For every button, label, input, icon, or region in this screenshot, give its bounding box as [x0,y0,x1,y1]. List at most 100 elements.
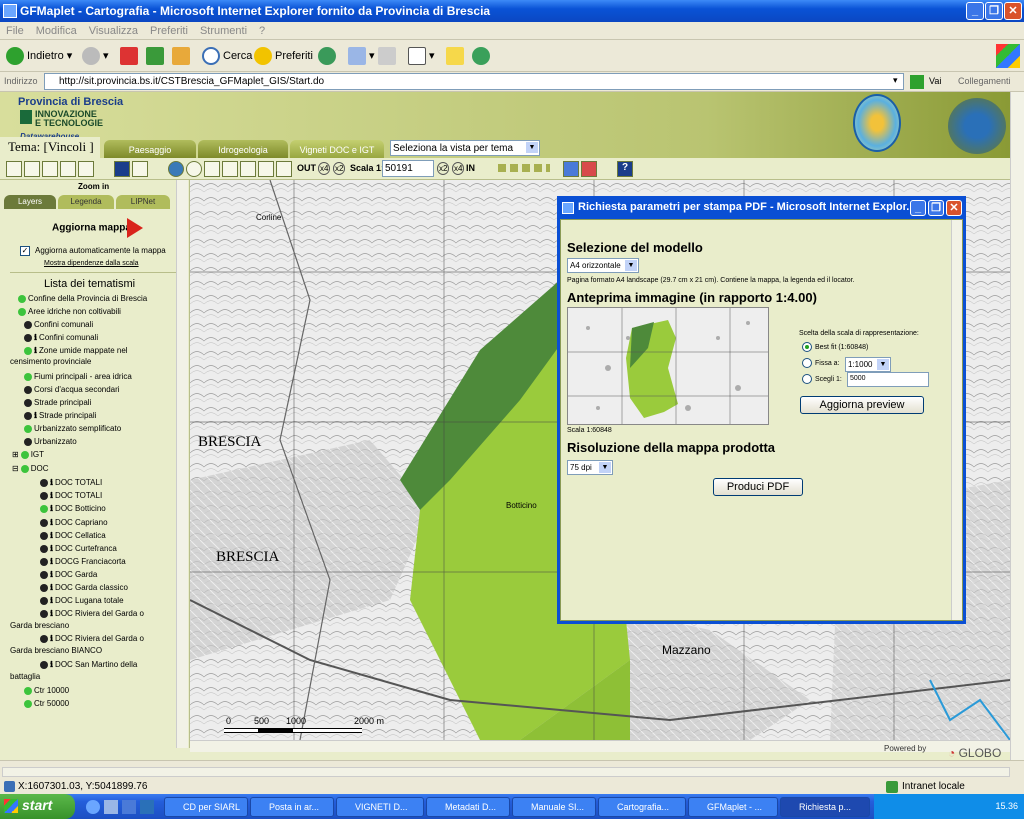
layer-visibility-icon[interactable] [40,478,48,487]
layer-item[interactable]: ℹ DOC Lugana totale [40,596,124,605]
tab-legenda[interactable]: Legenda [58,195,114,209]
menu-item-4[interactable]: Strumenti [200,25,247,37]
zoom-in-icon[interactable] [6,161,22,177]
layer-visibility-icon[interactable] [40,491,48,500]
produce-pdf-button[interactable]: Produci PDF [713,478,803,496]
taskbar-task[interactable]: Cartografia... [598,797,686,817]
expand-icon[interactable]: ⊞ [12,450,19,459]
info-icon[interactable]: ℹ [50,634,53,643]
layer-item[interactable]: Confini comunali [24,320,93,329]
layer-visibility-icon[interactable] [24,411,32,420]
layer-item[interactable]: Garda bresciano BIANCO [10,646,102,655]
layer-item[interactable]: ℹ DOC Garda [40,570,97,579]
layer-visibility-icon[interactable] [24,333,32,342]
layer-item[interactable]: ℹ Strade principali [24,411,96,420]
taskbar-task[interactable]: CD per SIARL [164,797,248,817]
outlook-quicklaunch-icon[interactable] [104,800,118,814]
stop-button[interactable] [120,46,141,66]
info-icon[interactable]: ℹ [50,491,53,500]
taskbar-task[interactable]: Metadati D... [426,797,510,817]
layer-visibility-icon[interactable] [24,372,32,381]
go-arrow-icon[interactable] [910,75,924,89]
messenger-button[interactable] [472,46,493,66]
info-icon[interactable]: ℹ [50,544,53,553]
links-label[interactable]: Collegamenti [958,76,1011,86]
tab-vigneti[interactable]: Vigneti DOC e IGT [290,140,384,158]
globe-icon[interactable] [168,161,184,177]
layer-item[interactable]: ℹ DOCG Franciacorta [40,557,126,566]
layer-item[interactable]: Aree idriche non coltivabili [18,307,121,316]
layer-visibility-icon[interactable] [40,634,48,643]
info-icon[interactable]: ℹ [50,478,53,487]
page-scrollbar[interactable] [1010,92,1024,760]
dialog-close-button[interactable]: ✕ [946,200,962,216]
info-icon[interactable]: ℹ [50,609,53,618]
dialog-scrollbar[interactable] [951,220,962,620]
theme-view-select[interactable]: Seleziona la vista per tema ▼ [390,140,540,156]
home-button[interactable] [172,46,193,66]
minimize-button[interactable]: _ [966,2,984,20]
info-icon[interactable]: ℹ [50,518,53,527]
zoom-window-icon[interactable] [60,161,76,177]
layer-visibility-icon[interactable] [40,518,48,527]
zoom-in-x2-button[interactable]: x2 [437,162,450,175]
info-icon[interactable]: ℹ [50,570,53,579]
taskbar-task[interactable]: VIGNETI D... [336,797,424,817]
layer-item[interactable]: Ctr 50000 [24,699,69,708]
zoom-out-x4-button[interactable]: x4 [318,162,331,175]
zoom-out-icon[interactable] [24,161,40,177]
layer-item[interactable]: Garda bresciano [10,621,69,630]
layer-item[interactable]: Strade principali [24,398,91,407]
layer-visibility-icon[interactable] [40,557,48,566]
info-icon[interactable]: ℹ [50,504,53,513]
taskbar-task[interactable]: GFMaplet - ... [688,797,778,817]
layer-visibility-icon[interactable] [24,398,32,407]
layer-item[interactable]: ℹ DOC Riviera del Garda o [40,609,144,618]
collapse-icon[interactable]: ⊟ [12,464,19,473]
fixed-scale-radio[interactable]: Fissa a: [802,358,840,368]
layer-visibility-icon[interactable] [40,660,48,669]
layer-visibility-icon[interactable] [20,450,29,459]
print-button[interactable] [378,46,399,66]
layer-item[interactable]: ℹ DOC Capriano [40,518,108,527]
layer-visibility-icon[interactable] [24,346,32,355]
layer-item[interactable]: ℹ DOC Riviera del Garda o [40,634,144,643]
notes-button[interactable] [446,46,467,66]
layer-item[interactable]: censimento provinciale [10,357,91,366]
layer-item[interactable]: battaglia [10,672,40,681]
layer-item[interactable]: Confine della Provincia di Brescia [18,294,147,303]
info-icon[interactable]: ℹ [34,333,37,342]
layer-visibility-icon[interactable] [18,294,26,303]
layer-visibility-icon[interactable] [24,424,32,433]
layer-item[interactable]: ℹ Confini comunali [24,333,98,342]
menu-item-3[interactable]: Preferiti [150,25,188,37]
taskbar-task[interactable]: Richiesta p... [780,797,870,817]
measure-icon[interactable] [276,161,292,177]
model-select[interactable]: A4 orizzontale ▼ [567,258,639,273]
layer-item[interactable]: ⊟ DOC [12,464,48,473]
refresh-map-button[interactable]: Aggiorna mappa [52,218,143,238]
zoom-box-icon[interactable] [42,161,58,177]
layer-visibility-icon[interactable] [24,437,32,446]
layer-visibility-icon[interactable] [24,320,32,329]
layer-visibility-icon[interactable] [40,531,48,540]
identify-icon[interactable] [132,161,148,177]
layer-item[interactable]: ℹ DOC Curtefranca [40,544,117,553]
edit-button[interactable]: ▾ [408,46,435,66]
layer-item[interactable]: ℹ DOC Garda classico [40,583,128,592]
tab-idrogeologia[interactable]: Idrogeologia [198,140,288,158]
address-dropdown-icon[interactable]: ▾ [893,75,898,86]
menu-item-2[interactable]: Visualizza [89,25,138,37]
layer-visibility-icon[interactable] [24,385,32,394]
taskbar-task[interactable]: Manuale SI... [512,797,596,817]
best-fit-radio[interactable]: Best fit (1:60848) [802,342,868,352]
zoom-in-x4-button[interactable]: x4 [452,162,465,175]
fixed-scale-select[interactable]: 1:1000 ▼ [845,357,891,372]
back-button[interactable]: Indietro ▾ [6,46,72,66]
mail-button[interactable]: ▾ [348,46,375,66]
maximize-button[interactable]: ❐ [985,2,1003,20]
layer-visibility-icon[interactable] [40,504,48,513]
info-icon[interactable]: ℹ [34,411,37,420]
favorites-button[interactable]: Preferiti [254,46,313,66]
layer-item[interactable]: ℹ DOC Cellatica [40,531,106,540]
